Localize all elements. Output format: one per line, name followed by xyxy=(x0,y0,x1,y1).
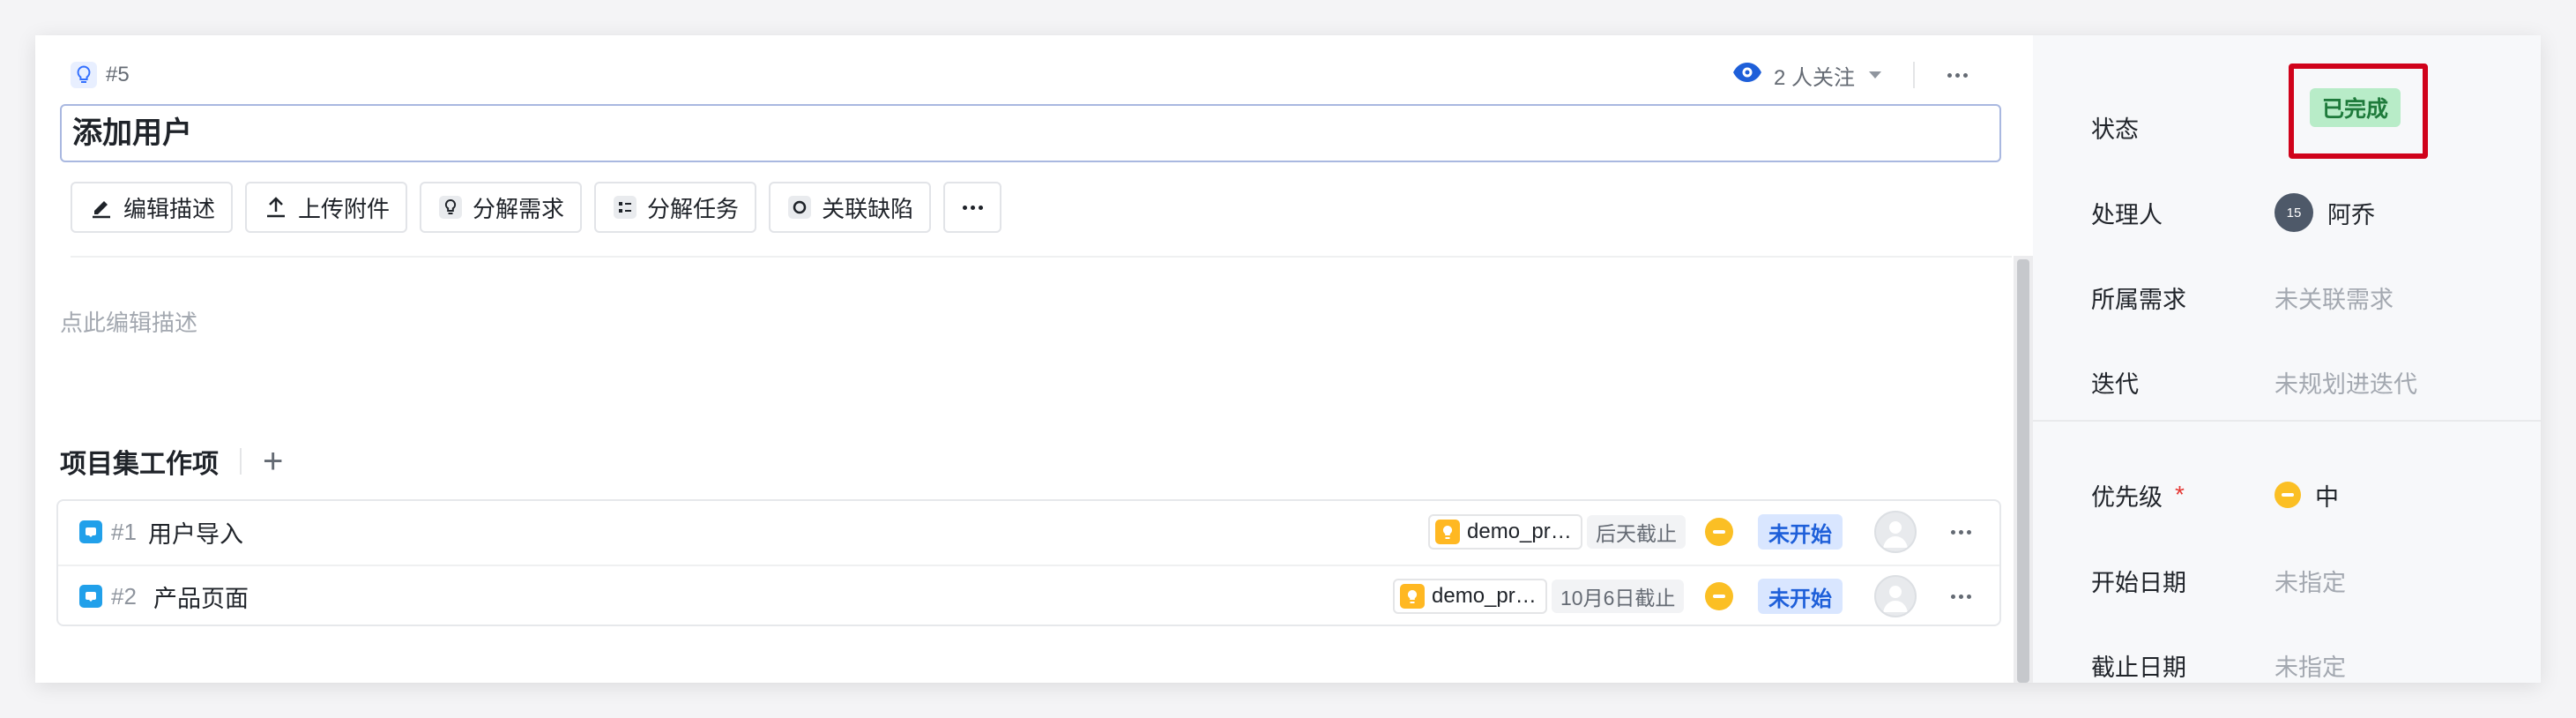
item-id: #5 xyxy=(106,63,130,86)
priority-medium-icon xyxy=(2274,482,2301,508)
link-bug-button[interactable]: 关联缺陷 xyxy=(769,182,932,233)
split-requirement-label: 分解需求 xyxy=(473,195,565,222)
main-panel: #5 2 人关注 添加用户 编辑描述 上传附件 分解需求 分解任务 关联缺陷 点… xyxy=(35,35,2033,683)
project-tag[interactable]: demo_pr… xyxy=(1393,579,1547,614)
status-label: 状态 xyxy=(2091,116,2139,143)
action-toolbar: 编辑描述 上传附件 分解需求 分解任务 关联缺陷 xyxy=(71,182,1002,233)
table-row[interactable]: #1 用户导入 demo_pr… 后天截止 未开始 xyxy=(58,501,1999,563)
main-scrollbar[interactable] xyxy=(2014,256,2033,683)
description-editor[interactable]: 点此编辑描述 xyxy=(60,305,197,338)
split-task-label: 分解任务 xyxy=(647,195,740,222)
split-task-icon xyxy=(612,194,638,221)
requirement-value[interactable]: 未关联需求 xyxy=(2274,280,2394,315)
upload-icon xyxy=(263,194,289,221)
watch-label: 2 人关注 xyxy=(1774,65,1856,90)
project-icon xyxy=(1400,584,1425,609)
eye-icon xyxy=(1731,62,1763,89)
section-title: 项目集工作项 xyxy=(60,450,219,479)
start-date-property[interactable]: 开始日期 未指定 xyxy=(2091,558,2346,602)
split-requirement-icon xyxy=(437,194,464,221)
work-item-name[interactable]: 用户导入 xyxy=(148,515,243,550)
program-work-items-header: 项目集工作项 + xyxy=(60,441,283,482)
work-item-id: #2 xyxy=(111,582,137,610)
status-badge[interactable]: 已完成 xyxy=(2310,88,2401,127)
task-type-icon xyxy=(79,520,102,543)
split-task-button[interactable]: 分解任务 xyxy=(594,182,757,233)
edit-description-label: 编辑描述 xyxy=(123,195,216,222)
more-icon xyxy=(1947,72,1968,78)
assignee-label: 处理人 xyxy=(2091,201,2163,228)
iteration-value[interactable]: 未规划进迭代 xyxy=(2274,365,2417,400)
work-item-id: #1 xyxy=(111,518,137,545)
toolbar-more-button[interactable] xyxy=(943,182,1002,233)
due-badge: 后天截止 xyxy=(1587,515,1686,549)
start-date-value[interactable]: 未指定 xyxy=(2274,564,2346,598)
chevron-down-icon xyxy=(1869,71,1882,79)
row-more-button[interactable] xyxy=(1941,579,1980,614)
work-item-list: #1 用户导入 demo_pr… 后天截止 未开始 #2 产品页面 demo_p… xyxy=(56,499,2001,626)
start-date-label: 开始日期 xyxy=(2091,569,2186,596)
title-input[interactable]: 添加用户 xyxy=(60,104,2001,162)
more-actions-button[interactable] xyxy=(1939,60,1975,90)
priority-property[interactable]: 优先级 * 中 xyxy=(2091,473,2339,517)
work-item-name[interactable]: 产品页面 xyxy=(153,580,249,614)
priority-label-text: 优先级 xyxy=(2091,483,2163,511)
project-name: demo_pr… xyxy=(1467,520,1572,543)
priority-value[interactable]: 中 xyxy=(2274,478,2339,512)
requirement-property[interactable]: 所属需求 未关联需求 xyxy=(2091,275,2394,319)
more-icon xyxy=(1950,594,1971,599)
project-icon xyxy=(1435,520,1460,544)
upload-attachment-button[interactable]: 上传附件 xyxy=(245,182,408,233)
avatar-placeholder-icon[interactable] xyxy=(1874,575,1917,617)
required-marker: * xyxy=(2175,481,2185,508)
row-more-button[interactable] xyxy=(1941,514,1980,550)
priority-icon xyxy=(1705,582,1733,610)
link-bug-icon xyxy=(786,194,813,221)
due-date-property[interactable]: 截止日期 未指定 xyxy=(2091,643,2346,683)
upload-attachment-label: 上传附件 xyxy=(298,195,391,222)
assignee-value[interactable]: 15 阿乔 xyxy=(2274,193,2375,232)
more-icon xyxy=(962,205,983,210)
pencil-icon xyxy=(88,194,115,221)
header-divider xyxy=(1913,62,1915,88)
assignee-property[interactable]: 处理人 15 阿乔 xyxy=(2091,191,2375,235)
due-date-value[interactable]: 未指定 xyxy=(2274,648,2346,683)
item-header: #5 xyxy=(71,60,130,90)
iteration-label: 迭代 xyxy=(2091,370,2139,398)
link-bug-label: 关联缺陷 xyxy=(822,195,914,222)
status-badge[interactable]: 未开始 xyxy=(1758,514,1843,550)
due-badge: 10月6日截止 xyxy=(1552,580,1685,613)
due-date-label: 截止日期 xyxy=(2091,654,2186,681)
priority-icon xyxy=(1705,518,1733,546)
section-divider xyxy=(240,448,242,475)
requirement-label: 所属需求 xyxy=(2091,286,2186,313)
properties-panel: 状态 处理人 15 阿乔 所属需求 未关联需求 迭代 未规划进迭代 优先级 * … xyxy=(2033,35,2541,683)
side-divider xyxy=(2033,420,2541,422)
status-property: 状态 xyxy=(2091,105,2276,149)
plus-icon[interactable]: + xyxy=(263,444,283,479)
watch-button[interactable]: 2 人关注 xyxy=(1731,60,1882,90)
priority-label: 优先级 * xyxy=(2091,478,2276,512)
priority-value-text: 中 xyxy=(2315,483,2339,511)
project-name: demo_pr… xyxy=(1432,584,1537,608)
avatar: 15 xyxy=(2274,193,2313,232)
split-requirement-button[interactable]: 分解需求 xyxy=(420,182,583,233)
scrollbar-thumb[interactable] xyxy=(2017,259,2029,683)
work-item-detail-card: #5 2 人关注 添加用户 编辑描述 上传附件 分解需求 分解任务 关联缺陷 点… xyxy=(35,35,2541,683)
project-tag[interactable]: demo_pr… xyxy=(1428,514,1582,550)
bulb-icon xyxy=(71,62,97,88)
table-row[interactable]: #2 产品页面 demo_pr… 10月6日截止 未开始 xyxy=(58,565,1999,626)
status-badge[interactable]: 未开始 xyxy=(1758,579,1843,614)
avatar-placeholder-icon[interactable] xyxy=(1874,511,1917,553)
more-icon xyxy=(1950,529,1971,535)
edit-description-button[interactable]: 编辑描述 xyxy=(71,182,234,233)
assignee-name: 阿乔 xyxy=(2327,201,2375,228)
iteration-property[interactable]: 迭代 未规划进迭代 xyxy=(2091,360,2417,404)
description-divider xyxy=(71,256,2012,258)
task-type-icon xyxy=(79,585,102,608)
